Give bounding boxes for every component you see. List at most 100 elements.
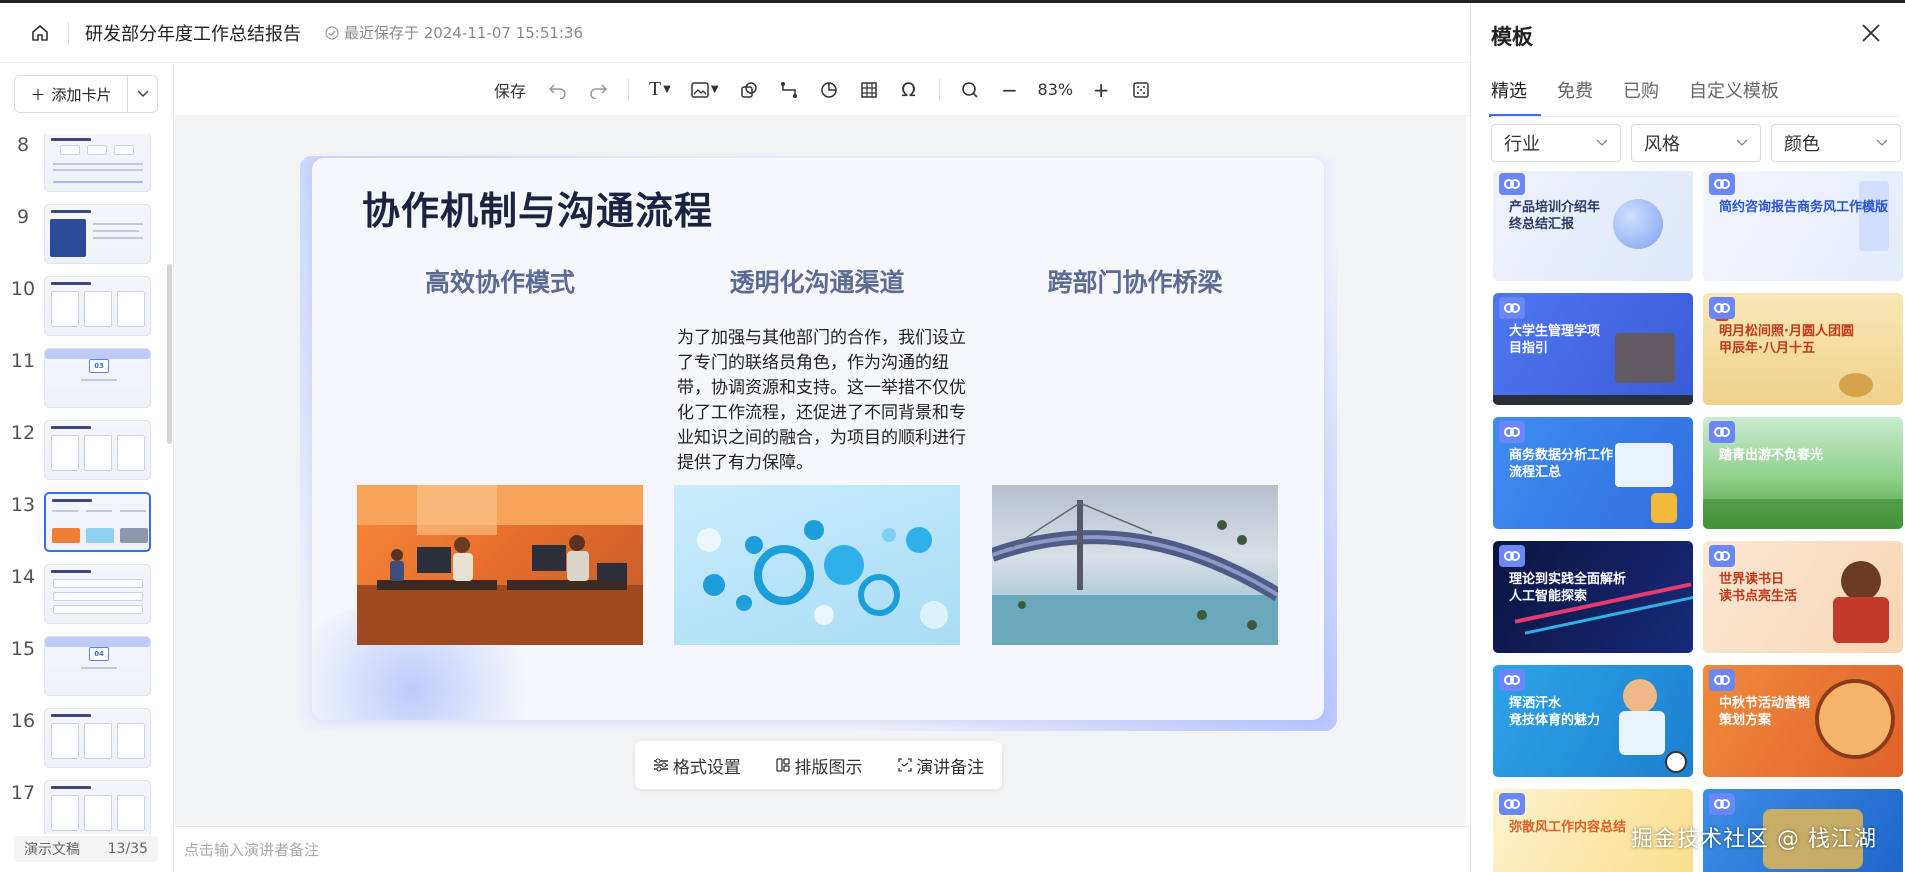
slide-number: 9 xyxy=(16,206,30,228)
zoom-in-icon[interactable]: + xyxy=(1085,74,1117,106)
top-bar: 研发部分年度工作总结报告 最近保存于 2024-11-07 15:51:36 xyxy=(0,3,1470,63)
slide-floating-toolbar: 格式设置 排版图示 演讲备注 xyxy=(635,741,1002,789)
slide-thumbnail[interactable]: 03 xyxy=(44,348,151,408)
section-number: 03 xyxy=(89,359,109,373)
redo-icon[interactable] xyxy=(582,74,614,106)
close-icon[interactable] xyxy=(1859,21,1885,47)
undo-icon[interactable] xyxy=(542,74,574,106)
tab-featured[interactable]: 精选 xyxy=(1489,77,1541,117)
panel-title: 模板 xyxy=(1491,25,1533,49)
tab-purchased[interactable]: 已购 xyxy=(1623,77,1659,113)
slide-thumbnail-row[interactable]: 16 xyxy=(0,708,170,770)
color-filter[interactable]: 颜色 xyxy=(1771,124,1901,162)
template-title: 弥散风工作内容总结 xyxy=(1509,820,1627,835)
slide-thumbnail-row[interactable]: 13 xyxy=(0,492,170,554)
column-heading-3[interactable]: 跨部门协作桥梁 xyxy=(992,263,1278,299)
slide-thumbnail[interactable] xyxy=(44,204,151,264)
format-settings-label: 格式设置 xyxy=(672,757,741,778)
zoom-out-icon[interactable]: − xyxy=(994,74,1026,106)
tab-custom[interactable]: 自定义模板 xyxy=(1689,77,1779,113)
slide-thumbnail[interactable] xyxy=(44,420,151,480)
slide-canvas[interactable]: 协作机制与沟通流程 高效协作模式 透明化沟通渠道 跨部门协作桥梁 为了加强与其他… xyxy=(175,116,1465,826)
table-tool-icon[interactable] xyxy=(853,74,885,106)
section-number: 04 xyxy=(89,647,109,661)
slide-thumbnail-row[interactable]: 8 xyxy=(0,134,170,194)
slide-thumbnail[interactable]: 04 xyxy=(44,636,151,696)
template-card[interactable]: 商务数据分析工作 流程汇总 xyxy=(1493,417,1693,529)
bridge-image[interactable] xyxy=(992,485,1278,645)
slide-thumbnail-row[interactable]: 15 04 xyxy=(0,636,170,698)
template-tabs: 精选 免费 已购 自定义模板 xyxy=(1489,77,1809,117)
communication-bubbles-image[interactable] xyxy=(674,485,960,645)
slide-number: 12 xyxy=(10,422,36,444)
template-badge-icon xyxy=(1499,297,1525,319)
home-icon[interactable] xyxy=(26,19,54,47)
layout-diagram-button[interactable]: 排版图示 xyxy=(776,753,862,778)
zoom-level[interactable]: 83% xyxy=(1030,80,1082,99)
template-card[interactable]: 挥洒汗水 竞技体育的魅力 xyxy=(1493,665,1693,777)
slide-thumbnail-row[interactable]: 9 xyxy=(0,204,170,266)
slide-thumbnail[interactable] xyxy=(44,564,151,624)
canvas-scrollbar[interactable] xyxy=(1460,116,1466,816)
template-card[interactable]: 明月松间照·月圆人团圆 甲辰年·八月十五 xyxy=(1703,293,1903,405)
template-card[interactable]: 大学生管理学项 目指引 xyxy=(1493,293,1693,405)
document-title[interactable]: 研发部分年度工作总结报告 xyxy=(85,20,301,46)
slide-thumbnail-row[interactable]: 11 03 xyxy=(0,348,170,410)
slide-thumbnail[interactable] xyxy=(44,492,151,552)
template-panel: 模板 精选 免费 已购 自定义模板 行业 风格 颜色 产品培训介绍年 终总结汇报… xyxy=(1470,3,1905,872)
slide[interactable]: 协作机制与沟通流程 高效协作模式 透明化沟通渠道 跨部门协作桥梁 为了加强与其他… xyxy=(312,158,1324,720)
template-card[interactable]: 中秋节活动营销 策划方案 xyxy=(1703,665,1903,777)
divider xyxy=(627,78,629,101)
slide-thumbnail-row[interactable]: 10 xyxy=(0,276,170,338)
save-button[interactable]: 保存 xyxy=(488,74,532,106)
slide-thumbnail[interactable] xyxy=(44,780,151,834)
slide-thumbnail-row[interactable]: 14 xyxy=(0,564,170,626)
slide-thumbnail-row[interactable]: 12 xyxy=(0,420,170,482)
column-heading-1[interactable]: 高效协作模式 xyxy=(357,263,643,299)
fit-screen-icon[interactable] xyxy=(1125,74,1157,106)
add-card-dropdown[interactable] xyxy=(127,76,157,112)
slide-number: 13 xyxy=(10,494,36,516)
symbol-tool-icon[interactable]: Ω xyxy=(893,74,925,106)
column-heading-2[interactable]: 透明化沟通渠道 xyxy=(674,263,960,299)
template-badge-icon xyxy=(1499,545,1525,567)
template-card[interactable]: 理论到实践全面解析 人工智能探索 xyxy=(1493,541,1693,653)
add-card-control: ＋ 添加卡片 xyxy=(14,75,158,113)
format-settings-button[interactable]: 格式设置 xyxy=(653,753,741,778)
template-title: 大学生管理学项 目指引 xyxy=(1509,324,1601,356)
template-badge-icon xyxy=(1709,545,1735,567)
sliders-icon xyxy=(653,758,668,772)
image-tool-icon[interactable]: ▼ xyxy=(685,74,725,106)
slide-number: 16 xyxy=(10,710,36,732)
slide-title[interactable]: 协作机制与沟通流程 xyxy=(362,180,713,235)
office-teamwork-image[interactable] xyxy=(357,485,643,645)
search-icon[interactable] xyxy=(954,74,986,106)
add-card-button[interactable]: ＋ 添加卡片 xyxy=(15,76,127,112)
template-card[interactable]: 踏青出游不负春光 xyxy=(1703,417,1903,529)
slide-thumbnail-row[interactable]: 17 xyxy=(0,780,170,834)
speaker-notes-button[interactable]: 演讲备注 xyxy=(898,753,984,778)
template-badge-icon xyxy=(1709,297,1735,319)
text-tool-icon[interactable]: T ▼ xyxy=(643,74,677,106)
chart-tool-icon[interactable] xyxy=(813,74,845,106)
template-card[interactable]: 产品培训介绍年 终总结汇报 xyxy=(1493,171,1693,281)
slide-thumbnail[interactable] xyxy=(44,134,151,192)
slide-number: 10 xyxy=(10,278,36,300)
layout-diagram-label: 排版图示 xyxy=(794,757,863,778)
connector-tool-icon[interactable] xyxy=(773,74,805,106)
slide-thumbnail[interactable] xyxy=(44,276,151,336)
shape-tool-icon[interactable] xyxy=(733,74,765,106)
column-body-2[interactable]: 为了加强与其他部门的合作，我们设立了专门的联络员角色，作为沟通的纽带，协调资源和… xyxy=(677,326,967,476)
template-card[interactable]: 简约咨询报告商务风工作模版 xyxy=(1703,171,1903,281)
tab-free[interactable]: 免费 xyxy=(1557,77,1593,113)
color-filter-label: 颜色 xyxy=(1784,134,1820,155)
slide-thumbnail-list: 8 9 10 11 03 12 13 14 15 04 16 17 xyxy=(0,134,174,834)
slide-thumbnail[interactable] xyxy=(44,708,151,768)
industry-filter[interactable]: 行业 xyxy=(1491,124,1621,162)
slide-number: 8 xyxy=(16,134,30,156)
style-filter[interactable]: 风格 xyxy=(1631,124,1761,162)
template-card[interactable]: 世界读书日 读书点亮生活 xyxy=(1703,541,1903,653)
sidebar-scrollbar[interactable] xyxy=(167,264,172,444)
template-badge-icon xyxy=(1709,793,1735,815)
speaker-notes-input[interactable]: 点击输入演讲者备注 xyxy=(175,826,1470,872)
